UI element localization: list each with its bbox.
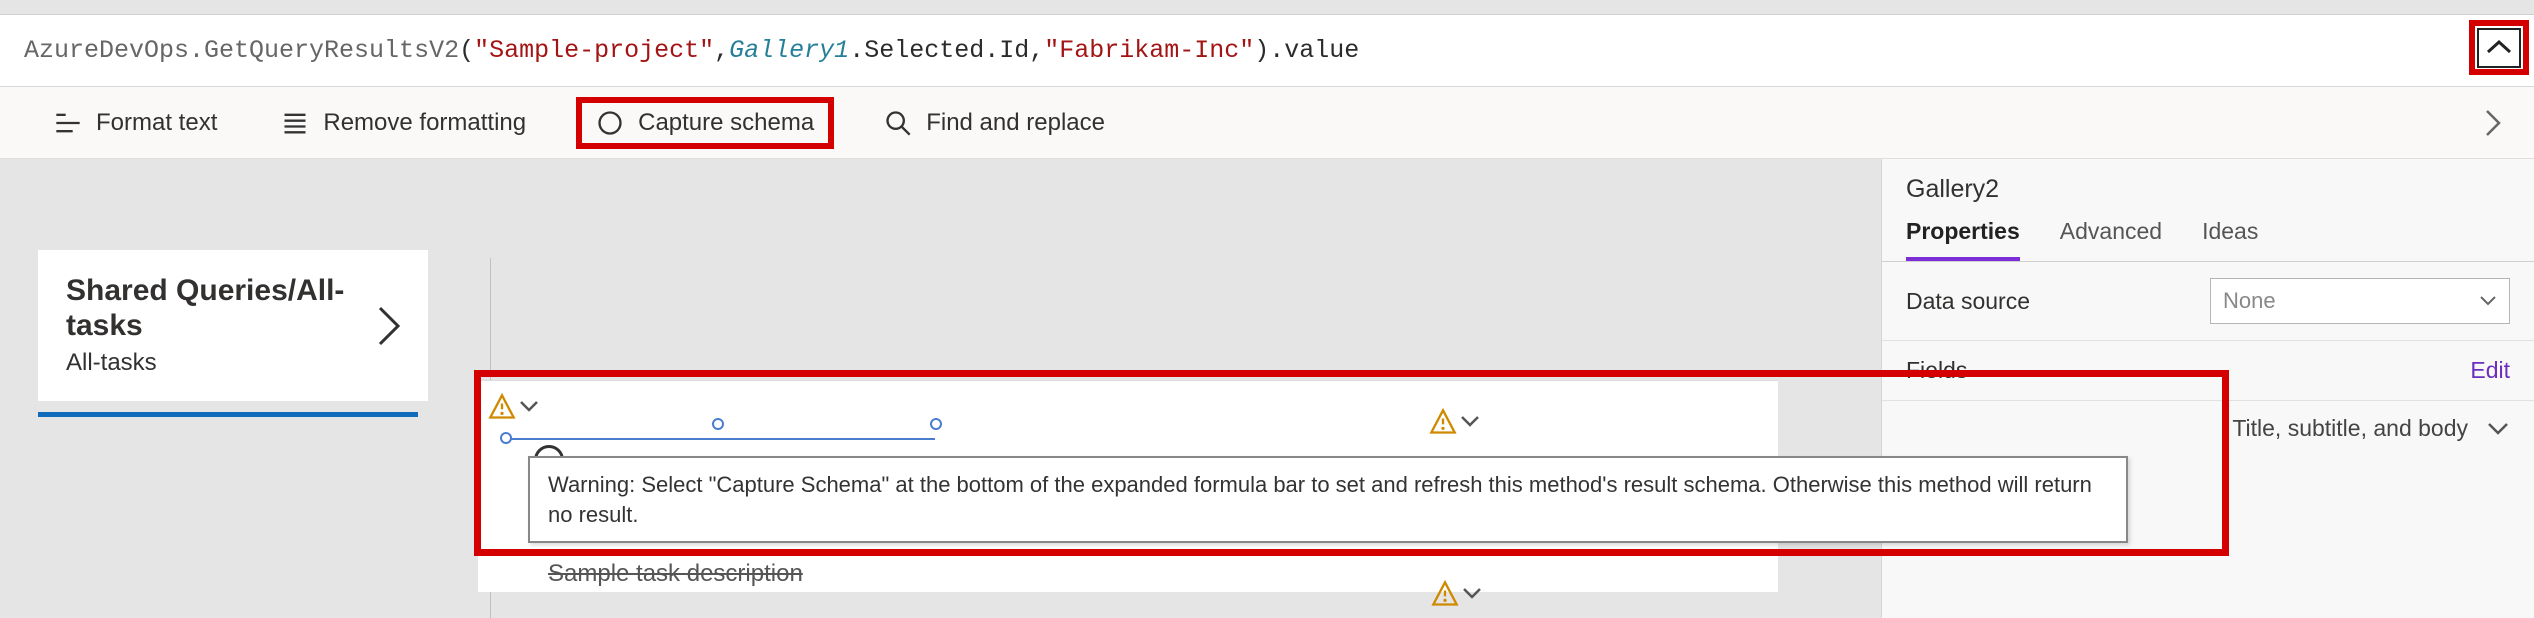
chevron-down-icon — [519, 400, 539, 414]
gallery-name: Gallery2 — [1882, 159, 2534, 208]
capture-schema-icon — [596, 109, 624, 137]
gallery-item-subtitle: All-tasks — [66, 349, 376, 377]
capture-schema-button[interactable]: Capture schema — [576, 97, 834, 149]
remove-formatting-icon — [281, 109, 309, 137]
formula-text: AzureDevOps.GetQueryResultsV2("Sample-pr… — [24, 36, 1359, 65]
layout-value: Title, subtitle, and body — [2232, 415, 2468, 442]
chevron-down-icon — [1460, 415, 1480, 429]
formula-action-bar: Format text Remove formatting Capture sc… — [0, 87, 2534, 159]
format-text-label: Format text — [96, 109, 217, 137]
formula-expand-button[interactable] — [2469, 20, 2529, 75]
tab-ideas[interactable]: Ideas — [2202, 218, 2258, 261]
fields-label: Fields — [1906, 357, 1967, 384]
properties-tabs: Properties Advanced Ideas — [1882, 208, 2534, 262]
warning-icon — [1428, 408, 1458, 436]
gallery-item-card[interactable]: Shared Queries/All-tasks All-tasks — [38, 250, 428, 401]
tab-advanced[interactable]: Advanced — [2060, 218, 2162, 261]
chevron-right-icon — [376, 304, 400, 348]
warning-icon — [487, 393, 517, 421]
search-icon — [884, 109, 912, 137]
selection-handle[interactable] — [930, 418, 942, 430]
fields-row: Fields Edit — [1882, 341, 2534, 401]
warning-tooltip: Warning: Select "Capture Schema" at the … — [528, 456, 2128, 543]
more-actions-arrow[interactable] — [2478, 107, 2510, 139]
formula-bar[interactable]: AzureDevOps.GetQueryResultsV2("Sample-pr… — [0, 15, 2534, 87]
warning-marker-2[interactable] — [1428, 408, 1480, 436]
chevron-down-icon[interactable] — [2486, 420, 2510, 438]
remove-formatting-button[interactable]: Remove formatting — [267, 101, 540, 145]
selection-handle[interactable] — [712, 418, 724, 430]
top-strip — [0, 0, 2534, 15]
data-source-label: Data source — [1906, 288, 2030, 315]
chevron-down-icon — [2479, 295, 2497, 307]
properties-pane: Gallery2 Properties Advanced Ideas Data … — [1881, 159, 2534, 618]
format-text-button[interactable]: Format text — [40, 101, 231, 145]
format-text-icon — [54, 109, 82, 137]
warning-icon — [1430, 580, 1460, 608]
selection-line — [505, 438, 935, 440]
chevron-right-icon — [2485, 109, 2503, 137]
warning-marker-1[interactable] — [487, 393, 539, 421]
selection-handle[interactable] — [500, 432, 512, 444]
sample-task-description: Sample task description — [548, 560, 803, 588]
layout-row: Layout Title, subtitle, and body — [1882, 401, 2534, 442]
data-source-row: Data source None — [1882, 262, 2534, 341]
data-source-dropdown[interactable]: None — [2210, 278, 2510, 324]
find-replace-label: Find and replace — [926, 109, 1105, 137]
gallery-item-title: Shared Queries/All-tasks — [66, 274, 376, 343]
warning-marker-3[interactable] — [1430, 580, 1482, 608]
chevron-up-icon — [2486, 40, 2512, 56]
tab-properties[interactable]: Properties — [1906, 218, 2020, 261]
remove-formatting-label: Remove formatting — [323, 109, 526, 137]
capture-schema-label: Capture schema — [638, 109, 814, 137]
fields-edit-link[interactable]: Edit — [2470, 357, 2510, 384]
gallery-item-underline — [38, 412, 418, 417]
data-source-value: None — [2223, 288, 2276, 314]
chevron-down-icon — [1462, 587, 1482, 601]
find-replace-button[interactable]: Find and replace — [870, 101, 1119, 145]
